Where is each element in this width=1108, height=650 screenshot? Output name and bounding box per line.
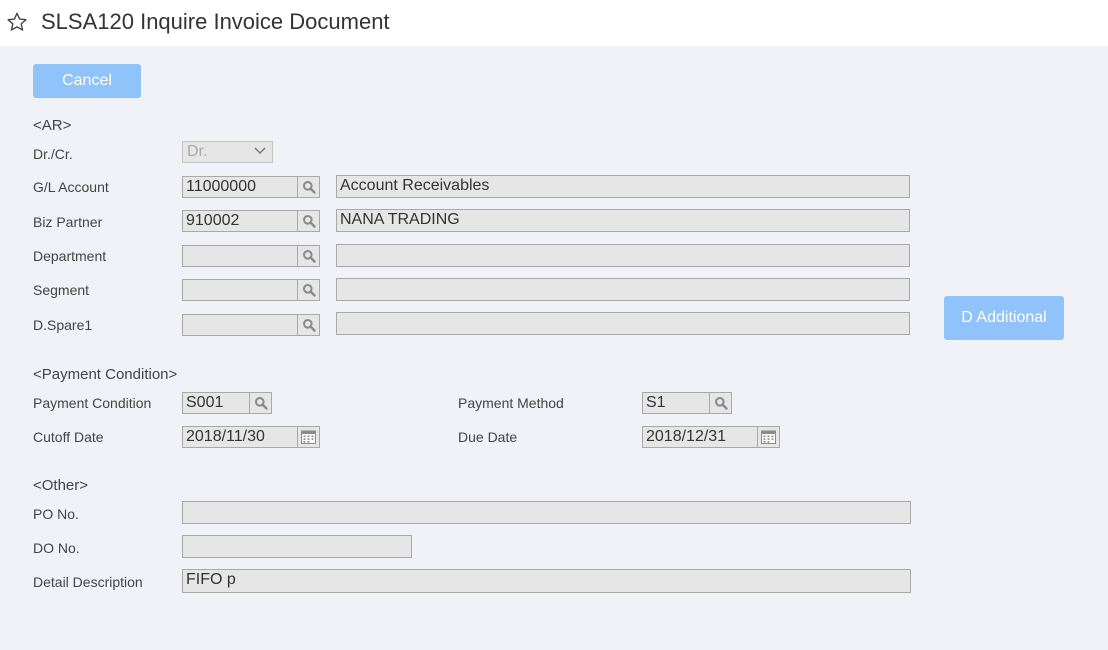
po-no-label: PO No. — [33, 506, 79, 522]
page-title: SLSA120 Inquire Invoice Document — [41, 9, 390, 34]
title-bar: SLSA120 Inquire Invoice Document — [0, 0, 1108, 46]
department-label: Department — [33, 248, 107, 264]
segment-name-field — [336, 278, 910, 301]
cutoff-date-label: Cutoff Date — [33, 429, 104, 445]
payment-method-label: Payment Method — [458, 395, 564, 411]
dspare1-label: D.Spare1 — [33, 317, 93, 333]
do-no-label: DO No. — [33, 540, 80, 556]
biz-partner-code-field[interactable]: 910002 — [182, 210, 298, 232]
department-name-field — [336, 244, 910, 267]
gl-account-code-field[interactable]: 11000000 — [182, 176, 298, 198]
due-date-field[interactable]: 2018/12/31 — [642, 426, 758, 448]
detail-description-label: Detail Description — [33, 574, 143, 590]
segment-label: Segment — [33, 282, 90, 298]
magnifier-icon — [302, 318, 316, 332]
due-date-label: Due Date — [458, 429, 518, 445]
form-panel: Cancel <AR> Dr./Cr. Dr. G/L Account 1100… — [0, 46, 1108, 650]
section-ar-heading: <AR> — [33, 117, 72, 134]
biz-partner-name-field: NANA TRADING — [336, 209, 910, 232]
due-date-calendar-button[interactable] — [757, 426, 780, 448]
magnifier-icon — [302, 249, 316, 263]
drcr-label: Dr./Cr. — [33, 146, 73, 162]
payment-condition-field[interactable]: S001 — [182, 392, 250, 414]
segment-code-field[interactable] — [182, 279, 298, 301]
drcr-select[interactable]: Dr. — [182, 141, 273, 163]
drcr-select-value: Dr. — [187, 143, 208, 160]
section-other-heading: <Other> — [33, 477, 89, 494]
gl-account-label: G/L Account — [33, 179, 109, 195]
department-search-button[interactable] — [297, 245, 320, 267]
payment-method-search-button[interactable] — [709, 392, 732, 414]
cancel-button[interactable]: Cancel — [33, 64, 141, 98]
biz-partner-label: Biz Partner — [33, 214, 103, 230]
star-icon[interactable] — [6, 11, 28, 33]
magnifier-icon — [302, 214, 316, 228]
payment-method-field[interactable]: S1 — [642, 392, 710, 414]
po-no-field[interactable] — [182, 501, 911, 524]
magnifier-icon — [302, 180, 316, 194]
magnifier-icon — [714, 396, 728, 410]
calendar-icon — [301, 430, 316, 444]
payment-condition-search-button[interactable] — [249, 392, 272, 414]
calendar-icon — [761, 430, 776, 444]
chevron-down-icon — [254, 147, 266, 155]
magnifier-icon — [302, 283, 316, 297]
dspare1-code-field[interactable] — [182, 314, 298, 336]
cutoff-date-field[interactable]: 2018/11/30 — [182, 426, 298, 448]
section-payment-heading: <Payment Condition> — [33, 366, 178, 383]
d-additional-button[interactable]: D Additional — [944, 296, 1064, 340]
gl-account-name-field: Account Receivables — [336, 175, 910, 198]
department-code-field[interactable] — [182, 245, 298, 267]
do-no-field[interactable] — [182, 535, 412, 558]
dspare1-name-field — [336, 312, 910, 335]
cutoff-date-calendar-button[interactable] — [297, 426, 320, 448]
segment-search-button[interactable] — [297, 279, 320, 301]
magnifier-icon — [254, 396, 268, 410]
biz-partner-search-button[interactable] — [297, 210, 320, 232]
gl-account-search-button[interactable] — [297, 176, 320, 198]
dspare1-search-button[interactable] — [297, 314, 320, 336]
payment-condition-label: Payment Condition — [33, 395, 152, 411]
detail-description-field[interactable]: FIFO p — [182, 569, 911, 593]
